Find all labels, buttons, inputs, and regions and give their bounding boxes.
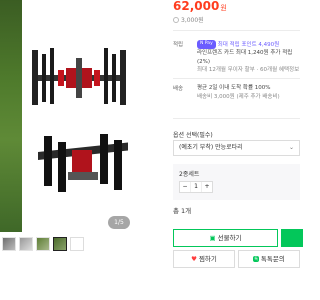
zzim-label: 찜하기 (198, 255, 217, 263)
product-info-panel: 62,000원 3,000원 적립 N Pay 최대 적립 포인트 4,490원 … (160, 0, 303, 300)
option-title: 옵션 선택(필수) (173, 132, 213, 139)
zzim-button[interactable]: ♥ 찜하기 (173, 250, 235, 268)
benefits-content: N Pay 최대 적립 포인트 4,490원 라인프렌즈 카드 최대 1,240원… (197, 40, 300, 75)
arrival-probability: 평균 2일 이내 도착 확률 100% (197, 85, 271, 91)
divider (173, 78, 300, 79)
talk-label: 톡톡문의 (260, 255, 285, 263)
npay-badge: N Pay (197, 40, 216, 49)
main-product-image[interactable]: 1/5 (0, 0, 130, 232)
chevron-down-icon: ⌄ (288, 144, 294, 151)
price-unit: 원 (220, 4, 227, 12)
tiller-image-bottom (38, 134, 128, 192)
plus-button[interactable]: + (202, 182, 212, 192)
quantity-value[interactable]: 1 (190, 182, 202, 192)
option-selected-value: (예초기 부착) 만능로타리 (179, 144, 243, 151)
total-quantity: 총 1개 (173, 207, 192, 215)
lawn-photo-strip (0, 0, 22, 232)
shipping-label: 배송 (173, 86, 184, 92)
product-gallery: 1/5 (0, 0, 160, 300)
buy-button[interactable] (281, 229, 303, 247)
thumbnail-strip (0, 237, 84, 255)
talk-icon: 톡 (253, 256, 259, 262)
thumbnail-4[interactable] (53, 237, 67, 251)
thumbnail-1[interactable] (2, 237, 16, 251)
shipping-fee-info: 배송비 3,000원 (제주 추가 배송비) (197, 93, 280, 100)
benefits-label: 적립 (173, 42, 184, 48)
coin-icon (173, 16, 179, 23)
thumbnail-3[interactable] (36, 237, 50, 251)
max-points-text: 최대 적립 포인트 4,490원 (217, 41, 280, 48)
product-price: 62,000원 (173, 0, 227, 13)
card-benefit: 라인프렌즈 카드 최대 1,240원 추가 적립(2%) (197, 50, 293, 65)
image-counter: 1/5 (108, 216, 130, 229)
installment-info[interactable]: 최대 12개월 무이자 할부 · 60개월 혜택정보 (197, 66, 300, 75)
quantity-stepper: − 1 + (179, 181, 213, 193)
gift-icon: ▣ (209, 234, 216, 242)
delivery-fee-value: 3,000원 (181, 17, 204, 24)
tiller-image-top (32, 48, 126, 105)
shipping-content: 평균 2일 이내 도착 확률 100% 배송비 3,000원 (제주 추가 배송… (197, 84, 300, 101)
price-value: 62,000 (173, 0, 220, 13)
divider (173, 118, 300, 119)
thumbnail-2[interactable] (19, 237, 33, 251)
selected-option-name: 2종세트 (179, 171, 200, 178)
max-points[interactable]: N Pay 최대 적립 포인트 4,490원 (197, 40, 300, 49)
thumbnail-5[interactable] (70, 237, 84, 251)
talk-inquiry-button[interactable]: 톡 톡톡문의 (238, 250, 300, 268)
divider (173, 30, 300, 31)
selected-option-box: 2종세트 − 1 + (173, 164, 300, 200)
minus-button[interactable]: − (180, 182, 190, 192)
shipping-row: 배송 평균 2일 이내 도착 확률 100% 배송비 3,000원 (제주 추가… (173, 84, 300, 106)
gift-button[interactable]: ▣ 선물하기 (173, 229, 278, 247)
heart-icon: ♥ (191, 255, 197, 263)
gift-label: 선물하기 (217, 234, 242, 242)
benefits-row: 적립 N Pay 최대 적립 포인트 4,490원 라인프렌즈 카드 최대 1,2… (173, 40, 300, 74)
delivery-fee: 3,000원 (173, 15, 204, 24)
option-select[interactable]: (예초기 부착) 만능로타리 ⌄ (173, 140, 300, 156)
